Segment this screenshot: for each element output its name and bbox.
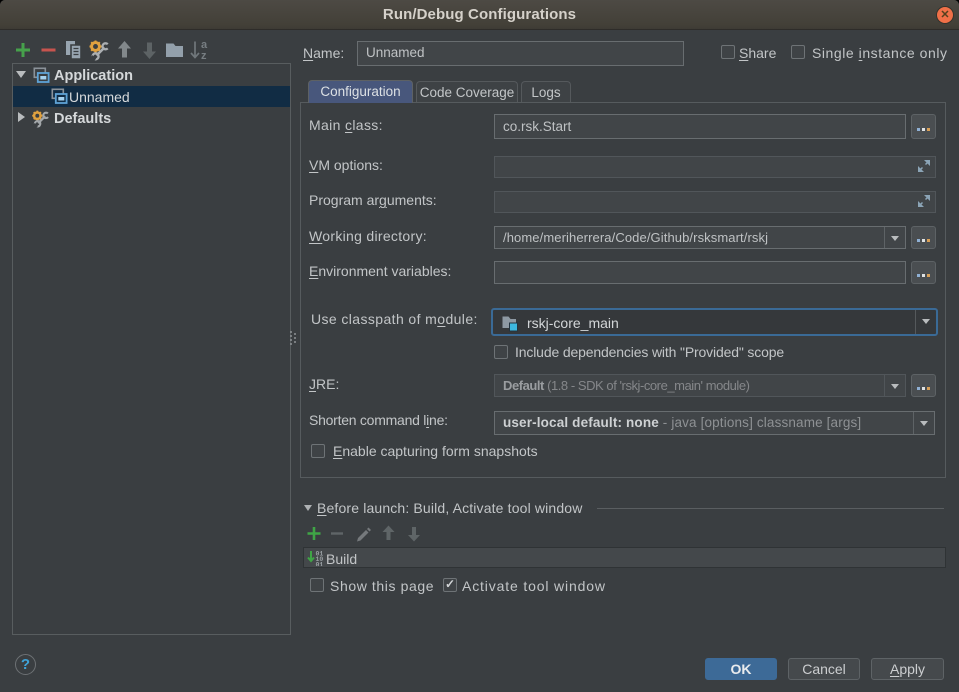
svg-text:z: z	[201, 50, 207, 62]
svg-text:01: 01	[316, 562, 324, 567]
